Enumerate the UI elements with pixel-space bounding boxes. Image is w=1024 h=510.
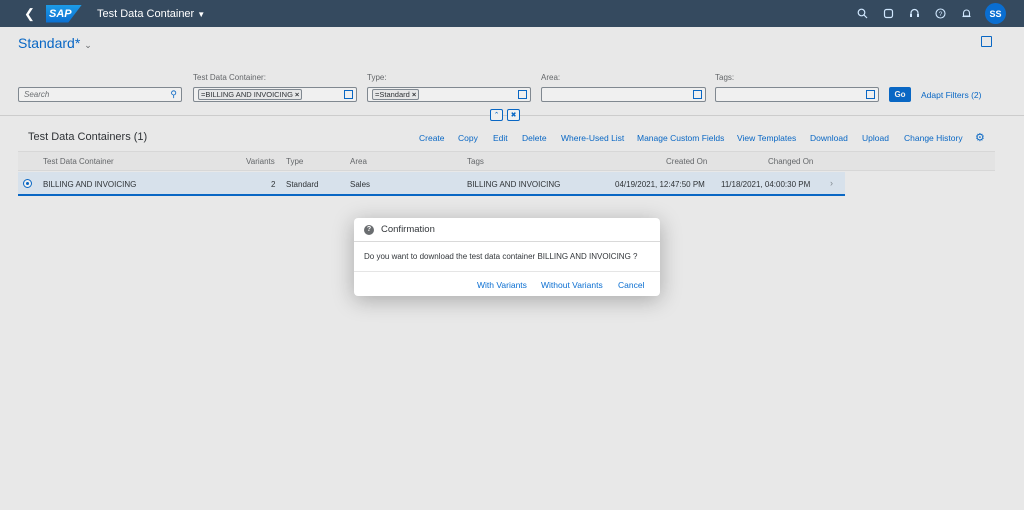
question-mark-icon: ?: [364, 225, 374, 235]
back-icon[interactable]: ❮: [24, 6, 38, 22]
with-variants-button[interactable]: With Variants: [477, 280, 527, 290]
dialog-footer: With Variants Without Variants Cancel: [354, 271, 660, 296]
without-variants-button[interactable]: Without Variants: [541, 280, 603, 290]
dialog-title: Confirmation: [381, 224, 435, 235]
dialog-header: ? Confirmation: [354, 218, 660, 242]
search-icon[interactable]: [849, 0, 875, 27]
cancel-button[interactable]: Cancel: [618, 280, 644, 290]
app-title-menu[interactable]: Test Data Container ▼: [97, 8, 205, 20]
sap-logo[interactable]: SAP: [46, 4, 82, 23]
chevron-down-icon: ▼: [197, 9, 206, 19]
dialog-message: Do you want to download the test data co…: [364, 252, 638, 261]
shell-bar: ❮ SAP Test Data Container ▼ ? SS: [0, 0, 1024, 27]
user-avatar[interactable]: SS: [985, 3, 1006, 24]
confirmation-dialog: ? Confirmation Do you want to download t…: [354, 218, 660, 296]
app-title: Test Data Container: [97, 7, 195, 20]
headset-icon[interactable]: [901, 0, 927, 27]
copilot-icon[interactable]: [875, 0, 901, 27]
svg-text:?: ?: [938, 11, 942, 18]
notifications-bell-icon[interactable]: [953, 0, 979, 27]
help-icon[interactable]: ?: [927, 0, 953, 27]
